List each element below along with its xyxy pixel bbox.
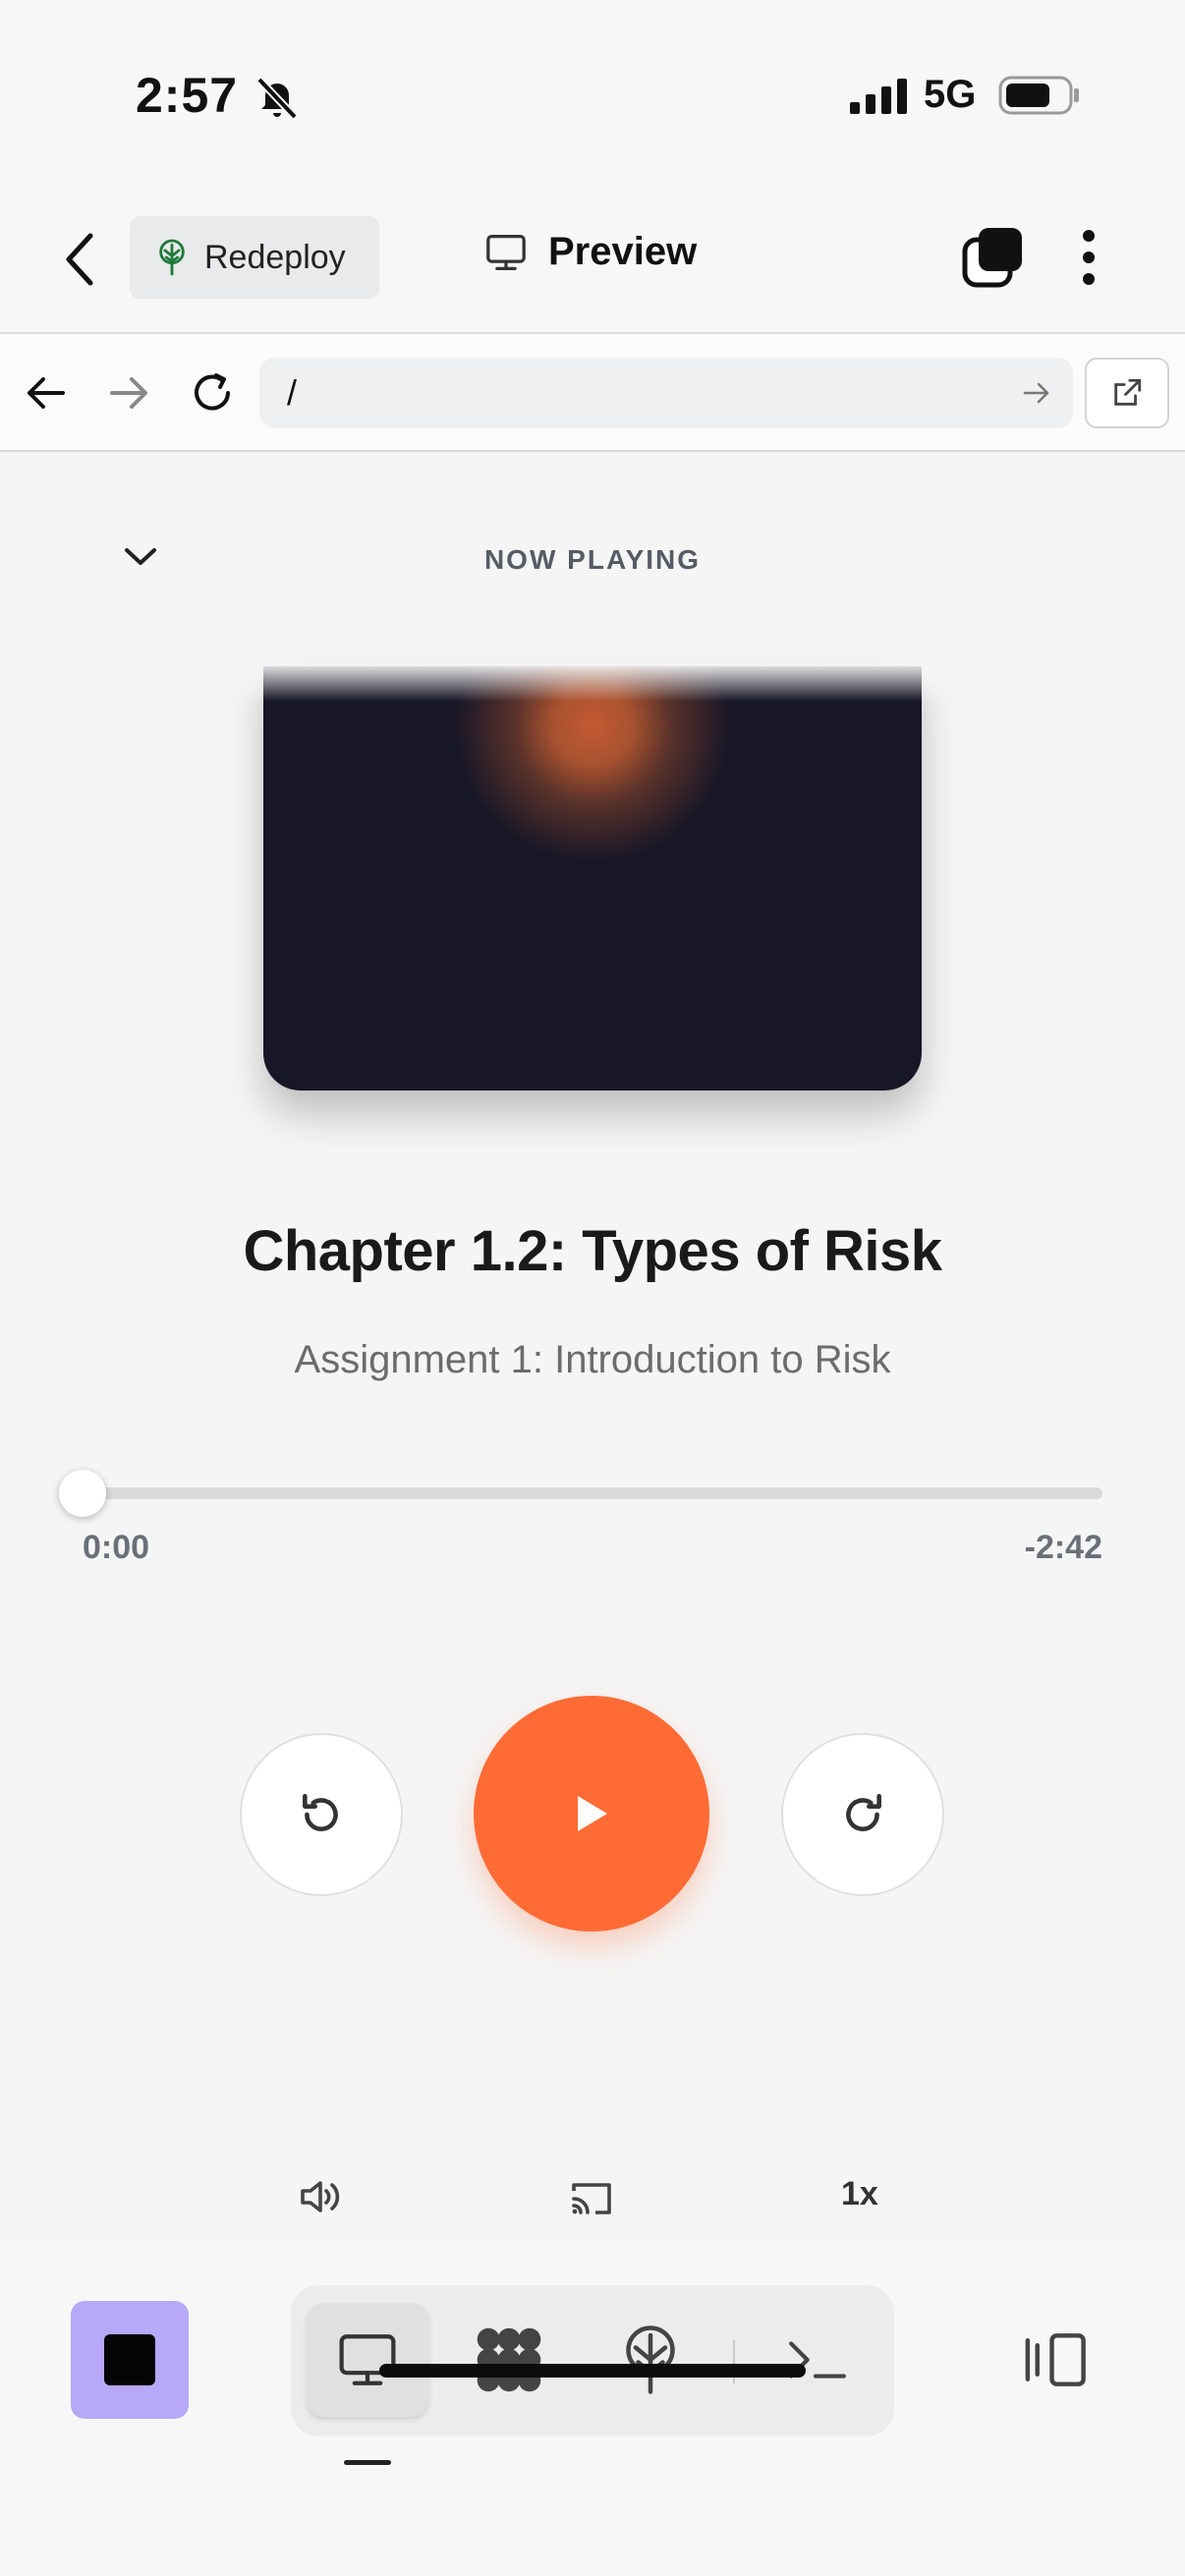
back-chevron-icon[interactable] [61, 230, 100, 289]
rewind-icon [303, 1793, 338, 1831]
volume-icon[interactable] [297, 2177, 344, 2216]
status-time: 2:57 [136, 68, 239, 123]
progress-knob[interactable] [59, 1470, 106, 1517]
bottom-toolbar [0, 2240, 1185, 2576]
play-button[interactable] [474, 1696, 709, 1932]
network-icon [477, 2327, 541, 2392]
cellular-signal-icon [850, 79, 907, 114]
now-playing-label: NOW PLAYING [483, 544, 702, 575]
deploy-tree-icon [159, 239, 185, 276]
monitor-icon [486, 234, 526, 270]
stop-icon [104, 2334, 155, 2385]
progress-slider[interactable] [59, 1470, 1102, 1517]
url-input[interactable]: / [259, 358, 1073, 428]
tool-desktop[interactable] [307, 2303, 428, 2417]
active-tab-indicator [344, 2460, 391, 2465]
forward-icon [846, 1793, 881, 1831]
tabs-icon[interactable] [961, 226, 1024, 289]
elapsed-time: 0:00 [83, 1529, 150, 1566]
remaining-time: -2:42 [1024, 1529, 1102, 1566]
status-bar: 2:57 5G [0, 0, 1185, 187]
deploy-icon [626, 2325, 675, 2394]
external-link-icon [1114, 378, 1142, 406]
more-options-icon[interactable] [1081, 228, 1097, 287]
arrow-left-icon[interactable] [24, 371, 69, 415]
forward-button[interactable] [781, 1733, 944, 1896]
url-text: / [287, 372, 298, 413]
tool-group [291, 2285, 894, 2436]
app-header: Redeploy Preview [0, 187, 1185, 334]
stop-button[interactable] [71, 2301, 189, 2419]
audio-player: NOW PLAYING Chapter 1.2: Types of Risk A… [0, 454, 1185, 2240]
desktop-icon [339, 2334, 396, 2385]
network-type: 5G [924, 73, 977, 116]
redeploy-button[interactable]: Redeploy [130, 216, 379, 299]
battery-icon [998, 76, 1079, 115]
go-arrow-icon[interactable] [1022, 379, 1051, 407]
redeploy-label: Redeploy [204, 238, 346, 276]
silent-bell-icon [256, 77, 298, 120]
open-external-button[interactable] [1085, 358, 1169, 428]
reload-icon[interactable] [189, 369, 236, 417]
tool-deploy[interactable] [590, 2303, 711, 2417]
tool-terminal[interactable] [757, 2303, 878, 2417]
preview-tab[interactable]: Preview [483, 230, 697, 274]
cast-icon[interactable] [568, 2179, 615, 2218]
play-icon [578, 1796, 607, 1831]
playback-speed-button[interactable]: 1x [841, 2175, 878, 2213]
album-artwork [263, 666, 922, 1091]
browser-url-bar: / [0, 334, 1185, 452]
arrow-right-icon[interactable] [106, 371, 151, 415]
tool-network[interactable] [448, 2303, 570, 2417]
preview-label: Preview [548, 230, 698, 273]
track-subtitle: Assignment 1: Introduction to Risk [294, 1338, 891, 1381]
home-indicator [379, 2364, 806, 2378]
rewind-button[interactable] [240, 1733, 403, 1896]
artwork-fade [157, 662, 1028, 701]
track-title: Chapter 1.2: Types of Risk [243, 1219, 942, 1283]
side-panel-icon[interactable] [1018, 2330, 1091, 2389]
